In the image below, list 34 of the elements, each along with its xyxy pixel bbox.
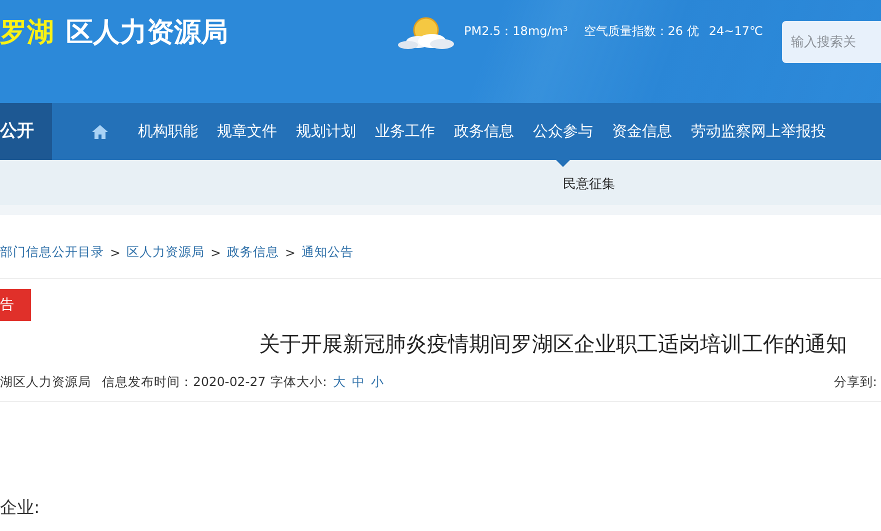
font-size-link[interactable]: 小 [370,374,384,390]
publish-date: 信息发布时间：2020-02-27 [102,374,266,390]
nav-tab[interactable]: 规划计划 [296,103,356,167]
nav-tab[interactable]: 政务信息 [454,103,514,167]
breadcrumb-separator: > [210,245,221,260]
font-size-link[interactable]: 大 [332,374,346,390]
home-icon[interactable] [92,125,108,139]
site-title: 区人力资源局 [66,16,228,50]
breadcrumb-link[interactable]: 区人力资源局 [126,244,204,261]
nav-tab[interactable]: 劳动监察网上举报投 [691,103,826,167]
nav-tab[interactable]: 公众参与 [533,103,593,167]
article-title: 关于开展新冠肺炎疫情期间罗湖区企业职工适岗培训工作的通知 [259,331,847,358]
nav-tab[interactable]: 业务工作 [375,103,435,167]
breadcrumb-separator: > [284,245,296,260]
source-text: 湖区人力资源局 [0,374,91,390]
section-label: 公开 [0,103,52,160]
breadcrumb-link[interactable]: 通知公告 [301,244,354,261]
font-size-label: 字体大小: [270,374,327,390]
air-quality-reading: 空气质量指数：26 优 [584,23,699,40]
breadcrumb-link[interactable]: 部门信息公开目录 [0,244,104,261]
search-field[interactable]: 输入搜索关 [782,21,881,63]
share-label: 分享到: [834,374,877,390]
breadcrumb-link[interactable]: 政务信息 [226,244,279,261]
body-text: 企业: [0,497,41,520]
category-tag: 告 [0,289,31,321]
nav-tab[interactable]: 规章文件 [217,103,277,167]
breadcrumb-separator: > [110,245,120,260]
temperature-reading: 24~17℃ [708,23,763,40]
nav-tab[interactable]: 资金信息 [612,103,672,167]
font-size-link[interactable]: 中 [352,374,365,390]
site-title-highlight: 罗湖 [0,16,54,50]
nav-tab[interactable]: 机构职能 [138,103,198,167]
pm25-reading: PM2.5：18mg/m³ [464,23,568,40]
subnav-link[interactable]: 民意征集 [563,174,615,192]
